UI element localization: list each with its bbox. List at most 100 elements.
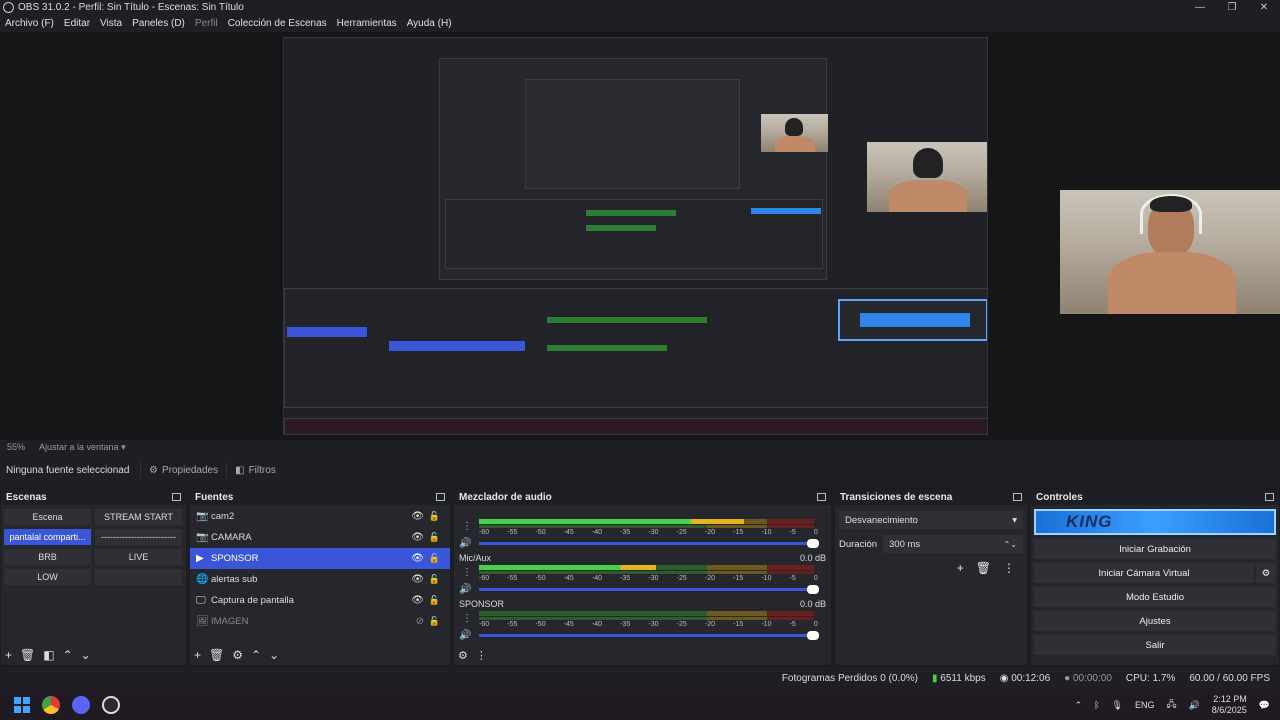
undock-icon[interactable] (817, 493, 826, 501)
arrow-down-icon[interactable]: ⌄ (269, 648, 279, 662)
bluetooth-icon[interactable]: ᛒ (1094, 700, 1099, 710)
maximize-icon[interactable]: ❐ (1216, 0, 1248, 15)
volume-icon[interactable]: 🔊 (1189, 700, 1200, 711)
volume-slider[interactable] (479, 538, 819, 548)
scene-item[interactable]: BRB (4, 549, 91, 565)
add-icon[interactable]: + (5, 648, 12, 662)
spin-icon[interactable]: ⌃⌄ (1004, 540, 1017, 549)
arrow-up-icon[interactable]: ⌃ (251, 648, 261, 662)
trash-icon[interactable]: 🗑 (20, 648, 35, 662)
eye-icon[interactable]: 👁 (411, 574, 424, 585)
source-item[interactable]: 🌐 alertas sub 👁 🔓 (190, 569, 450, 590)
volume-slider[interactable] (479, 630, 819, 640)
fit-window-select[interactable]: Ajustar a la ventana ▾ (39, 442, 126, 453)
minimize-icon[interactable]: — (1184, 0, 1216, 15)
mixer-menu-icon[interactable]: ⋮ (476, 649, 487, 662)
source-item[interactable]: 📷 cam2 👁 🔓 (190, 506, 450, 527)
source-item[interactable]: 🖵 Captura de pantalla 👁 🔓 (190, 590, 450, 611)
add-icon[interactable]: + (957, 561, 964, 575)
undock-icon[interactable] (436, 493, 445, 501)
trash-icon[interactable]: 🗑 (976, 561, 991, 575)
eye-icon[interactable]: 👁 (411, 511, 424, 522)
undock-icon[interactable] (1013, 493, 1022, 501)
undock-icon[interactable] (172, 493, 181, 501)
eye-icon[interactable]: 👁 (411, 532, 424, 543)
arrow-up-icon[interactable]: ⌃ (63, 648, 73, 662)
speaker-icon[interactable]: 🔊 (459, 538, 479, 549)
eye-icon[interactable]: 👁 (411, 595, 424, 606)
channel-header: Mic/Aux 0.0 dB (459, 553, 826, 565)
language[interactable]: ENG (1135, 700, 1155, 710)
undock-icon[interactable] (1265, 493, 1274, 501)
volume-knob[interactable] (807, 630, 819, 640)
lock-icon[interactable]: 🔓 (429, 616, 440, 627)
source-item[interactable]: 🖼 IMAGEN ⊘ 🔓 (190, 611, 450, 632)
microphone-icon[interactable]: 🎙 (1112, 700, 1123, 711)
trash-icon[interactable]: 🗑 (209, 648, 224, 662)
add-icon[interactable]: + (194, 648, 201, 662)
discord-icon[interactable] (72, 696, 90, 714)
scene-item[interactable] (95, 569, 182, 585)
chevron-up-icon[interactable]: ⌃ (1075, 700, 1083, 711)
menu-editar[interactable]: Editar (59, 18, 95, 29)
meter-track (479, 611, 814, 616)
preview-area[interactable] (0, 32, 1280, 440)
volume-knob[interactable] (807, 584, 819, 594)
camera-icon: 📷 (196, 532, 209, 543)
menu-ayuda[interactable]: Ayuda (H) (402, 18, 457, 29)
start-recording-button[interactable]: Iniciar Grabación (1034, 539, 1276, 559)
menu-paneles[interactable]: Paneles (D) (127, 18, 190, 29)
lock-icon[interactable]: 🔓 (429, 595, 440, 606)
duration-input[interactable]: 300 ms ⌃⌄ (883, 535, 1023, 553)
virtual-camera-settings-icon[interactable]: ⚙ (1256, 563, 1276, 583)
menu-icon[interactable]: ⋮ (1003, 561, 1015, 575)
scene-item[interactable]: LOW (4, 569, 91, 585)
source-item[interactable]: 📷 CAMARA 👁 🔓 (190, 527, 450, 548)
windows-start-icon[interactable] (14, 697, 30, 713)
lock-icon[interactable]: 🔓 (429, 574, 440, 585)
obs-icon[interactable] (102, 696, 120, 714)
exit-button[interactable]: Salir (1034, 635, 1276, 655)
properties-button[interactable]: ⚙ Propiedades (140, 461, 226, 479)
settings-button[interactable]: Ajustes (1034, 611, 1276, 631)
transition-select[interactable]: Desvanecimiento ▾ (839, 511, 1023, 529)
start-virtual-camera-button[interactable]: Iniciar Cámara Virtual (1034, 563, 1254, 583)
scene-item[interactable]: LIVE (95, 549, 182, 565)
chrome-icon[interactable] (42, 696, 60, 714)
scene-item[interactable]: STREAM START (95, 509, 182, 525)
scene-item-selected[interactable]: pantalal comparti... (4, 529, 91, 545)
lock-icon[interactable]: 🔓 (429, 553, 440, 564)
gear-icon[interactable]: ⚙ (232, 648, 243, 662)
scene-item[interactable]: Escena (4, 509, 91, 525)
menu-perfil[interactable]: Perfil (190, 18, 223, 29)
speaker-icon[interactable]: 🔊 (459, 584, 479, 595)
menu-coleccion-escenas[interactable]: Colección de Escenas (223, 18, 332, 29)
speaker-icon[interactable]: 🔊 (459, 630, 479, 641)
meter-tick: -15 (733, 621, 744, 628)
lock-icon[interactable]: 🔓 (429, 511, 440, 522)
eye-icon[interactable]: 👁 (411, 553, 424, 564)
eye-hidden-icon[interactable]: ⊘ (416, 616, 424, 627)
network-icon[interactable]: 🖧 (1166, 697, 1176, 713)
channel-menu-icon[interactable]: ⋮ (462, 521, 472, 532)
channel-menu-icon[interactable]: ⋮ (462, 613, 472, 624)
close-icon[interactable]: ✕ (1248, 0, 1280, 15)
source-item-selected[interactable]: ▶ SPONSOR 👁 🔓 (190, 548, 450, 569)
clock[interactable]: 2:12 PM 8/6/2025 (1212, 694, 1247, 716)
menu-vista[interactable]: Vista (95, 18, 127, 29)
volume-slider[interactable] (479, 584, 819, 594)
filter-icon[interactable]: ◧ (43, 648, 54, 662)
lock-icon[interactable]: 🔓 (429, 532, 440, 543)
menu-herramientas[interactable]: Herramientas (332, 18, 402, 29)
notification-icon[interactable]: 💬 (1259, 700, 1270, 711)
meter-tick: -5 (789, 621, 796, 628)
arrow-down-icon[interactable]: ⌄ (81, 648, 91, 662)
volume-knob[interactable] (807, 538, 819, 548)
menu-archivo[interactable]: Archivo (F) (0, 18, 59, 29)
filters-button[interactable]: ◧ Filtros (226, 461, 284, 479)
channel-menu-icon[interactable]: ⋮ (462, 567, 472, 578)
preview-canvas[interactable] (283, 37, 988, 435)
advanced-audio-icon[interactable]: ⚙ (458, 649, 468, 662)
studio-mode-button[interactable]: Modo Estudio (1034, 587, 1276, 607)
scene-item[interactable]: ------------------------- (95, 529, 182, 545)
